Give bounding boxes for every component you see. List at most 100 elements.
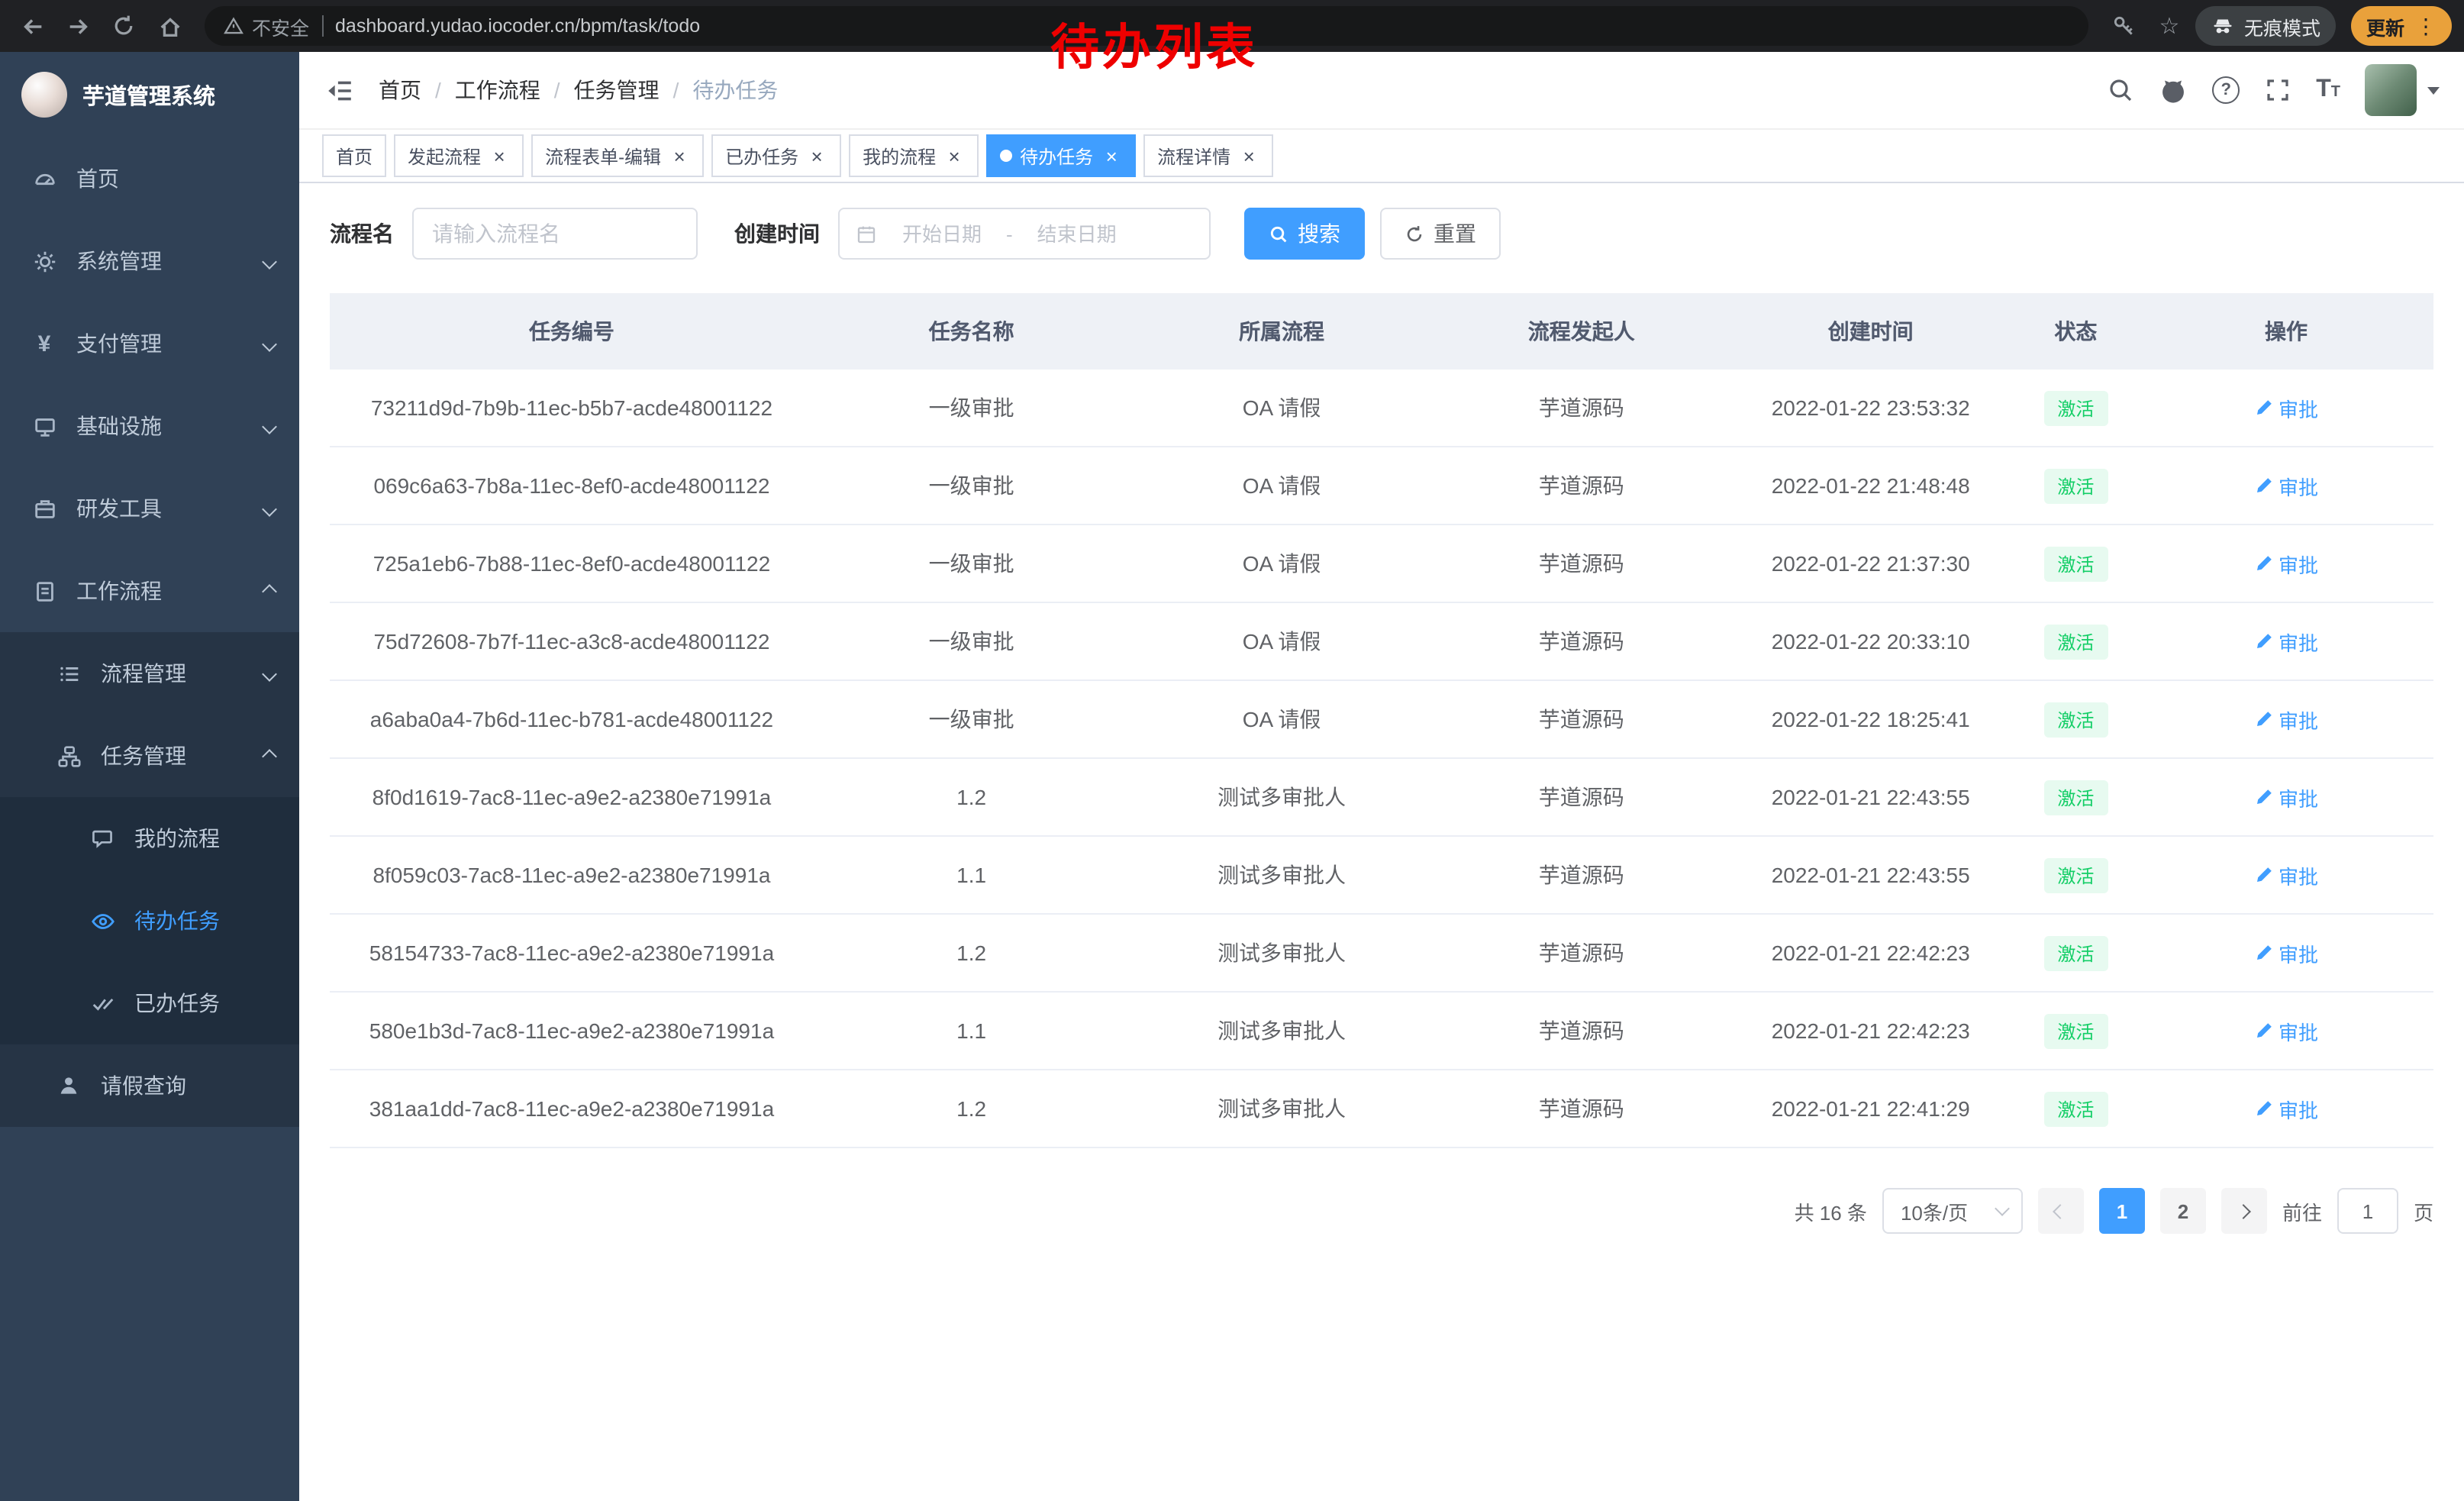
tab-process-form-edit[interactable]: 流程表单-编辑 ×	[531, 134, 704, 177]
approve-button[interactable]: 审批	[2254, 783, 2318, 812]
breadcrumb-item-current: 待办任务	[692, 75, 778, 105]
gear-icon	[31, 248, 58, 274]
sidebar-item-task-mgmt[interactable]: 任务管理	[0, 715, 299, 797]
approve-button[interactable]: 审批	[2254, 471, 2318, 500]
page-size-select[interactable]: 10条/页	[1882, 1188, 2023, 1234]
approve-button[interactable]: 审批	[2254, 627, 2318, 656]
end-date-input[interactable]	[1019, 222, 1135, 245]
chevron-down-icon	[262, 253, 277, 269]
app-logo[interactable]: 芋道管理系统	[0, 52, 299, 137]
user-menu[interactable]	[2365, 64, 2440, 116]
process-name: OA 请假	[1129, 525, 1434, 602]
reset-button[interactable]: 重置	[1380, 208, 1501, 260]
goto-page-input[interactable]	[2337, 1188, 2398, 1234]
next-page-button[interactable]	[2221, 1188, 2267, 1234]
prev-page-button[interactable]	[2038, 1188, 2084, 1234]
approve-button[interactable]: 审批	[2254, 938, 2318, 967]
tab-start-process[interactable]: 发起流程 ×	[394, 134, 524, 177]
pen-icon	[2254, 710, 2272, 728]
created-time: 2022-01-21 22:42:23	[1729, 992, 2013, 1070]
close-icon[interactable]: ×	[1101, 145, 1122, 166]
table-row: 069c6a63-7b8a-11ec-8ef0-acde48001122 一级审…	[330, 447, 2433, 525]
browser-menu-icon[interactable]: ⋮	[2415, 13, 2437, 39]
process-name-input[interactable]	[412, 208, 698, 260]
github-icon[interactable]	[2159, 76, 2188, 105]
close-icon[interactable]: ×	[1238, 145, 1259, 166]
sidebar-item-workflow[interactable]: 工作流程	[0, 550, 299, 632]
sidebar-item-payment[interactable]: ¥ 支付管理	[0, 302, 299, 385]
approve-button[interactable]: 审批	[2254, 1016, 2318, 1045]
bookmark-star-icon[interactable]: ☆	[2150, 6, 2189, 46]
page-button-2[interactable]: 2	[2160, 1188, 2206, 1234]
sidebar-item-my-process[interactable]: 我的流程	[0, 797, 299, 880]
close-icon[interactable]: ×	[806, 145, 827, 166]
process-name: 测试多审批人	[1129, 1070, 1434, 1148]
sidebar-item-home[interactable]: 首页	[0, 137, 299, 220]
sidebar-item-leave-query[interactable]: 请假查询	[0, 1044, 299, 1127]
breadcrumb-separator: /	[554, 78, 560, 102]
refresh-icon[interactable]	[104, 6, 144, 46]
home-icon[interactable]	[150, 6, 189, 46]
tags-view: 首页 发起流程 × 流程表单-编辑 × 已办任务 × 我的流程 ×	[299, 130, 2464, 183]
tab-process-detail[interactable]: 流程详情 ×	[1143, 134, 1273, 177]
sidebar-collapse-icon[interactable]	[321, 72, 357, 108]
table-row: 8f0d1619-7ac8-11ec-a9e2-a2380e71991a 1.2…	[330, 758, 2433, 836]
clipboard-icon	[31, 578, 58, 604]
close-icon[interactable]: ×	[669, 145, 690, 166]
logo-avatar	[21, 72, 67, 118]
page-button-1[interactable]: 1	[2099, 1188, 2145, 1234]
avatar[interactable]	[2365, 64, 2417, 116]
pen-icon	[2254, 1022, 2272, 1040]
task-name: 一级审批	[814, 447, 1129, 525]
pen-icon	[2254, 476, 2272, 495]
key-icon[interactable]	[2104, 6, 2143, 46]
sidebar-item-done-task[interactable]: 已办任务	[0, 962, 299, 1044]
breadcrumb-item[interactable]: 工作流程	[455, 75, 540, 105]
help-icon[interactable]: ?	[2212, 76, 2240, 104]
status-badge: 激活	[2043, 702, 2108, 737]
start-date-input[interactable]	[884, 222, 1000, 245]
breadcrumb-item[interactable]: 首页	[379, 75, 421, 105]
tab-home[interactable]: 首页	[322, 134, 386, 177]
yen-icon: ¥	[31, 332, 58, 355]
created-time: 2022-01-21 22:43:55	[1729, 836, 2013, 914]
search-icon[interactable]	[2107, 76, 2134, 104]
close-icon[interactable]: ×	[489, 145, 510, 166]
fullscreen-icon[interactable]	[2264, 76, 2291, 104]
close-icon[interactable]: ×	[943, 145, 965, 166]
create-time-label: 创建时间	[734, 218, 820, 249]
status-badge: 激活	[2043, 857, 2108, 893]
approve-button[interactable]: 审批	[2254, 549, 2318, 578]
chevron-down-icon	[262, 418, 277, 434]
approve-button[interactable]: 审批	[2254, 1094, 2318, 1123]
created-time: 2022-01-21 22:41:29	[1729, 1070, 2013, 1148]
forward-icon[interactable]	[58, 6, 98, 46]
sidebar-item-todo-task[interactable]: 待办任务	[0, 880, 299, 962]
column-header: 所属流程	[1129, 293, 1434, 370]
approve-button[interactable]: 审批	[2254, 705, 2318, 734]
status-badge: 激活	[2043, 546, 2108, 581]
sidebar-item-process-mgmt[interactable]: 流程管理	[0, 632, 299, 715]
font-size-icon[interactable]: TT	[2316, 76, 2340, 104]
sidebar-item-system[interactable]: 系统管理	[0, 220, 299, 302]
back-icon[interactable]	[12, 6, 52, 46]
chevron-up-icon	[262, 583, 277, 599]
tab-done-task[interactable]: 已办任务 ×	[711, 134, 841, 177]
approve-button[interactable]: 审批	[2254, 393, 2318, 422]
security-indicator[interactable]: 不安全	[223, 11, 309, 40]
update-button[interactable]: 更新 ⋮	[2351, 6, 2452, 46]
tab-my-process[interactable]: 我的流程 ×	[849, 134, 979, 177]
task-name: 1.2	[814, 758, 1129, 836]
status-badge: 激活	[2043, 1091, 2108, 1126]
sidebar-item-infrastructure[interactable]: 基础设施	[0, 385, 299, 467]
sidebar-item-devtools[interactable]: 研发工具	[0, 467, 299, 550]
search-button[interactable]: 搜索	[1244, 208, 1365, 260]
annotation-overlay: 待办列表	[1050, 9, 1258, 79]
approve-button[interactable]: 审批	[2254, 860, 2318, 889]
tab-todo-task[interactable]: 待办任务 ×	[986, 134, 1136, 177]
initiator: 芋道源码	[1434, 602, 1729, 680]
breadcrumb-item[interactable]: 任务管理	[574, 75, 660, 105]
eye-icon	[89, 908, 116, 934]
task-id: 381aa1dd-7ac8-11ec-a9e2-a2380e71991a	[330, 1070, 814, 1148]
date-range-picker[interactable]: -	[838, 208, 1211, 260]
